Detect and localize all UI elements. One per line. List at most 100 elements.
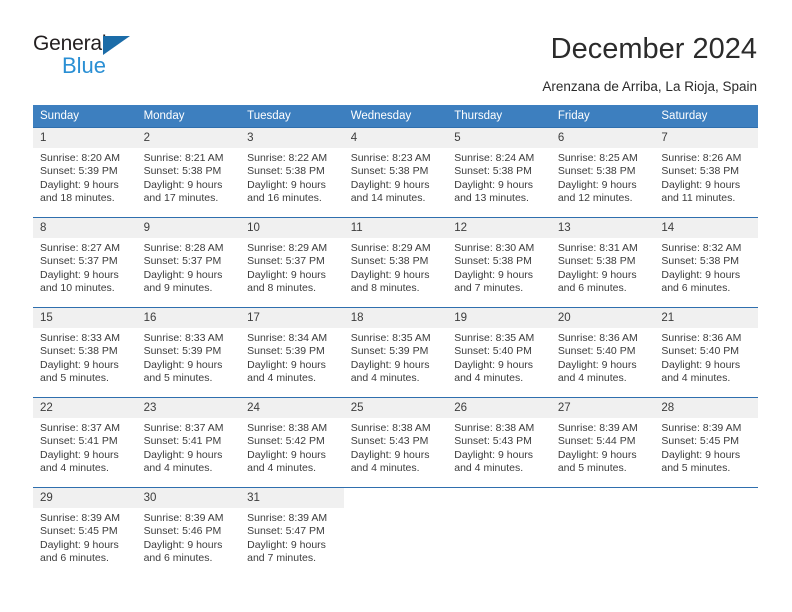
day-cell[interactable]: 10 Sunrise: 8:29 AM Sunset: 5:37 PM Dayligh… [240,217,344,308]
day-details: Sunrise: 8:23 AM Sunset: 5:38 PM Daylight:… [344,148,448,206]
daylight-text-line1: Daylight: 9 hours [143,268,223,281]
day-number: 14 [654,218,758,238]
day-cell[interactable]: 15 Sunrise: 8:33 AM Sunset: 5:38 PM Dayligh… [33,307,137,398]
daylight-text-line1: Daylight: 9 hours [557,358,637,371]
day-number: 9 [136,218,241,238]
day-cell[interactable]: 23 Sunrise: 8:37 AM Sunset: 5:41 PM Dayligh… [136,397,241,488]
sunrise-text: Sunrise: 8:35 AM [454,332,535,344]
daylight-text-line1: Daylight: 9 hours [557,178,637,191]
day-cell[interactable]: 24 Sunrise: 8:38 AM Sunset: 5:42 PM Dayligh… [240,397,344,488]
daylight-text-line2: and 4 minutes. [661,372,731,385]
daylight-text-line2: and 4 minutes. [40,462,109,475]
daylight-text-line1: Daylight: 9 hours [557,448,637,461]
sunset-text: Sunset: 5:38 PM [454,165,532,178]
sunrise-text: Sunrise: 8:39 AM [661,422,742,434]
daylight-text-line1: Daylight: 9 hours [247,358,326,371]
day-cell[interactable]: 5 Sunrise: 8:24 AM Sunset: 5:38 PM Daylight… [447,127,551,218]
sunset-text: Sunset: 5:38 PM [247,165,325,178]
day-number [654,488,758,508]
daylight-text-line2: and 14 minutes. [350,192,426,205]
day-cell[interactable]: 6 Sunrise: 8:25 AM Sunset: 5:38 PM Daylight… [550,127,655,218]
day-cell[interactable]: 29 Sunrise: 8:39 AM Sunset: 5:45 PM Dayligh… [33,487,137,577]
sunrise-text: Sunrise: 8:37 AM [40,422,120,434]
day-number: 2 [136,128,241,148]
daylight-text-line2: and 5 minutes. [143,372,213,385]
sunset-text: Sunset: 5:38 PM [454,255,532,268]
sunrise-text: Sunrise: 8:26 AM [661,152,742,164]
daylight-text-line1: Daylight: 9 hours [143,178,223,191]
day-cell[interactable]: 7 Sunrise: 8:26 AM Sunset: 5:38 PM Daylight… [654,127,758,218]
page-header: General Blue December 2024 Arenzana de A… [0,0,792,100]
daylight-text-line1: Daylight: 9 hours [247,178,326,191]
day-cell[interactable]: 31 Sunrise: 8:39 AM Sunset: 5:47 PM Dayligh… [240,487,344,577]
sunset-text: Sunset: 5:38 PM [557,255,636,268]
sunset-text: Sunset: 5:40 PM [454,345,532,358]
day-cell[interactable]: 8 Sunrise: 8:27 AM Sunset: 5:37 PM Daylight… [33,217,137,308]
day-number: 23 [136,398,241,418]
page-title: December 2024 [550,33,757,65]
day-details: Sunrise: 8:26 AM Sunset: 5:38 PM Daylight:… [654,148,758,206]
daylight-text-line2: and 5 minutes. [661,462,731,475]
day-cell[interactable]: 26 Sunrise: 8:38 AM Sunset: 5:43 PM Dayligh… [447,397,551,488]
day-cell[interactable]: 16 Sunrise: 8:33 AM Sunset: 5:39 PM Dayligh… [136,307,241,398]
daylight-text-line1: Daylight: 9 hours [350,358,430,371]
day-number: 3 [240,128,344,148]
sunrise-text: Sunrise: 8:38 AM [454,422,535,434]
day-cell[interactable]: 14 Sunrise: 8:32 AM Sunset: 5:38 PM Dayligh… [654,217,758,308]
day-details: Sunrise: 8:35 AM Sunset: 5:40 PM Daylight:… [447,328,551,386]
day-cell[interactable]: 2 Sunrise: 8:21 AM Sunset: 5:38 PM Daylight… [136,127,241,218]
day-cell[interactable]: 27 Sunrise: 8:39 AM Sunset: 5:44 PM Dayligh… [550,397,655,488]
sunrise-text: Sunrise: 8:28 AM [143,242,224,254]
daylight-text-line1: Daylight: 9 hours [661,358,741,371]
sunset-text: Sunset: 5:41 PM [143,435,222,448]
day-cell[interactable]: 22 Sunrise: 8:37 AM Sunset: 5:41 PM Dayligh… [33,397,137,488]
daylight-text-line1: Daylight: 9 hours [247,448,326,461]
day-number: 1 [33,128,137,148]
day-cell[interactable]: 18 Sunrise: 8:35 AM Sunset: 5:39 PM Dayligh… [343,307,448,398]
day-details: Sunrise: 8:20 AM Sunset: 5:39 PM Daylight:… [33,148,137,206]
day-cell[interactable]: 28 Sunrise: 8:39 AM Sunset: 5:45 PM Dayligh… [654,397,758,488]
sunset-text: Sunset: 5:39 PM [143,345,222,358]
day-cell[interactable]: 9 Sunrise: 8:28 AM Sunset: 5:37 PM Daylight… [136,217,241,308]
sunrise-text: Sunrise: 8:38 AM [350,422,431,434]
sunrise-text: Sunrise: 8:23 AM [350,152,431,164]
weekday-header-wednesday: Wednesday [343,105,448,128]
day-cell[interactable]: 11 Sunrise: 8:29 AM Sunset: 5:38 PM Dayligh… [343,217,448,308]
day-details: Sunrise: 8:36 AM Sunset: 5:40 PM Daylight:… [551,328,655,386]
day-cell[interactable]: 20 Sunrise: 8:36 AM Sunset: 5:40 PM Dayligh… [550,307,655,398]
daylight-text-line2: and 8 minutes. [350,282,420,295]
daylight-text-line2: and 5 minutes. [557,462,627,475]
brand-logo[interactable]: General Blue [33,32,233,82]
sunset-text: Sunset: 5:38 PM [557,165,636,178]
day-cell[interactable]: 17 Sunrise: 8:34 AM Sunset: 5:39 PM Dayligh… [240,307,344,398]
day-details: Sunrise: 8:36 AM Sunset: 5:40 PM Daylight:… [654,328,758,386]
day-number [447,488,551,508]
day-cell-empty [654,487,758,577]
day-cell[interactable]: 13 Sunrise: 8:31 AM Sunset: 5:38 PM Dayligh… [550,217,655,308]
sunrise-text: Sunrise: 8:39 AM [143,512,224,524]
day-details: Sunrise: 8:24 AM Sunset: 5:38 PM Daylight:… [447,148,551,206]
sunset-text: Sunset: 5:44 PM [557,435,636,448]
sunrise-text: Sunrise: 8:36 AM [661,332,742,344]
day-cell[interactable]: 12 Sunrise: 8:30 AM Sunset: 5:38 PM Dayligh… [447,217,551,308]
sunrise-text: Sunrise: 8:22 AM [247,152,328,164]
day-details: Sunrise: 8:32 AM Sunset: 5:38 PM Daylight:… [654,238,758,296]
day-cell[interactable]: 3 Sunrise: 8:22 AM Sunset: 5:38 PM Daylight… [240,127,344,218]
daylight-text-line2: and 10 minutes. [40,282,115,295]
day-cell[interactable]: 19 Sunrise: 8:35 AM Sunset: 5:40 PM Dayligh… [447,307,551,398]
day-details: Sunrise: 8:37 AM Sunset: 5:41 PM Daylight:… [137,418,241,476]
day-cell[interactable]: 1 Sunrise: 8:20 AM Sunset: 5:39 PM Daylight… [33,127,137,218]
sunrise-text: Sunrise: 8:39 AM [557,422,638,434]
sunrise-text: Sunrise: 8:30 AM [454,242,535,254]
day-number: 16 [136,308,241,328]
day-cell[interactable]: 25 Sunrise: 8:38 AM Sunset: 5:43 PM Dayligh… [343,397,448,488]
day-cell[interactable]: 30 Sunrise: 8:39 AM Sunset: 5:46 PM Dayligh… [136,487,241,577]
day-cell[interactable]: 4 Sunrise: 8:23 AM Sunset: 5:38 PM Daylight… [343,127,448,218]
day-cell[interactable]: 21 Sunrise: 8:36 AM Sunset: 5:40 PM Dayligh… [654,307,758,398]
daylight-text-line1: Daylight: 9 hours [350,268,430,281]
sunrise-text: Sunrise: 8:27 AM [40,242,120,254]
sunset-text: Sunset: 5:40 PM [557,345,636,358]
sunset-text: Sunset: 5:39 PM [247,345,325,358]
sunrise-text: Sunrise: 8:39 AM [40,512,120,524]
day-details: Sunrise: 8:28 AM Sunset: 5:37 PM Daylight:… [137,238,241,296]
